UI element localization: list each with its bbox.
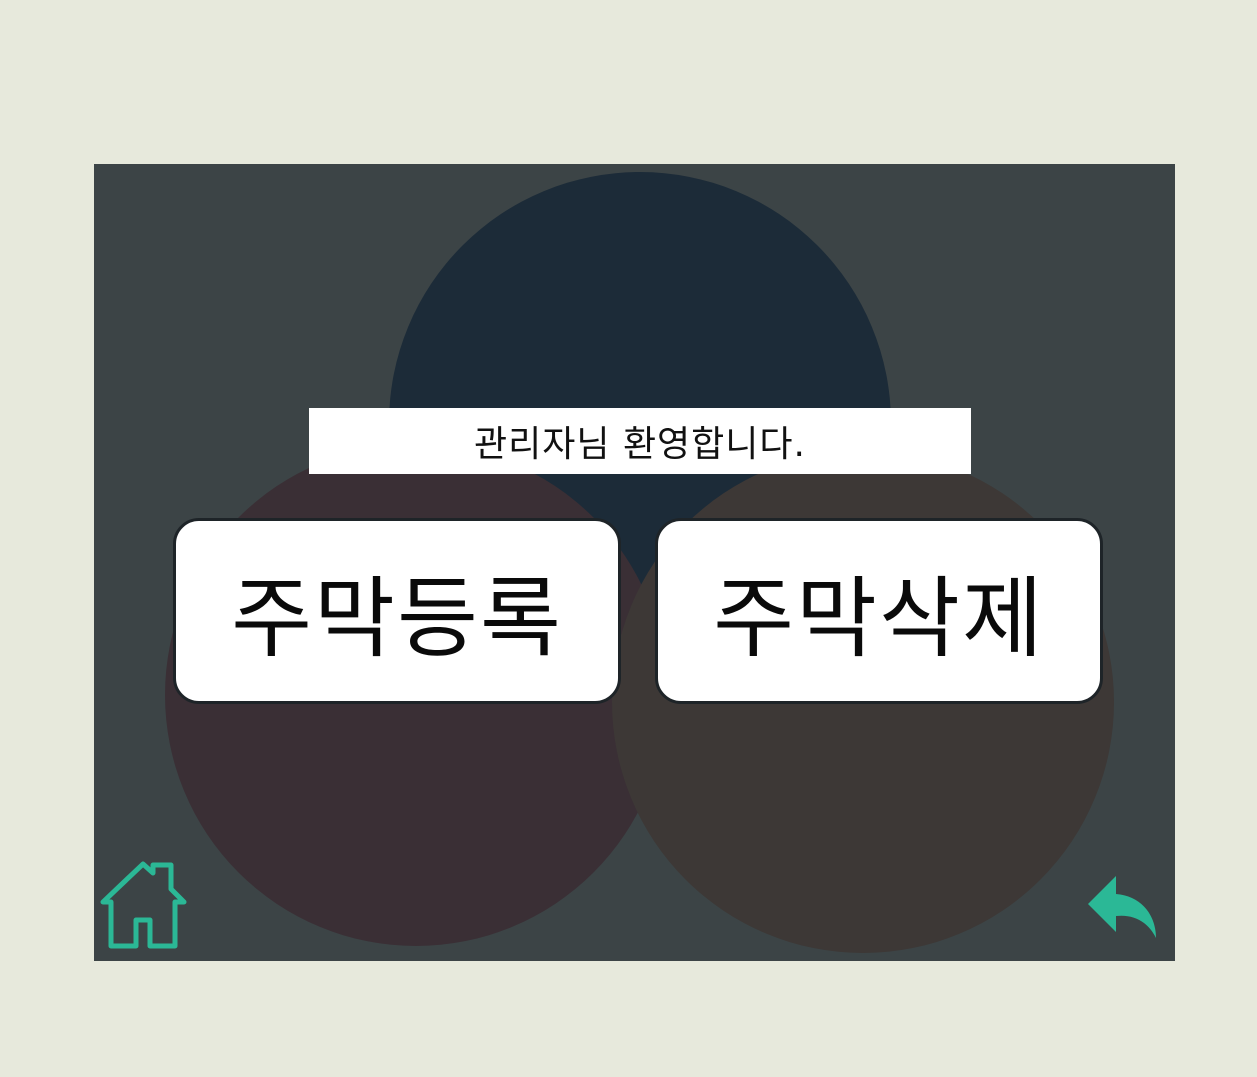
welcome-banner: 관리자님 환영합니다. xyxy=(309,408,971,474)
back-button[interactable] xyxy=(1086,872,1160,942)
back-arrow-icon xyxy=(1088,876,1156,938)
admin-panel: 관리자님 환영합니다. 주막등록 주막삭제 xyxy=(94,164,1175,961)
register-tavern-button[interactable]: 주막등록 xyxy=(173,518,621,704)
register-tavern-label: 주막등록 xyxy=(231,566,563,670)
home-icon xyxy=(100,861,187,949)
welcome-text: 관리자님 환영합니다. xyxy=(474,424,806,465)
delete-tavern-label: 주막삭제 xyxy=(713,566,1045,670)
delete-tavern-button[interactable]: 주막삭제 xyxy=(655,518,1103,704)
home-button[interactable] xyxy=(98,860,194,952)
